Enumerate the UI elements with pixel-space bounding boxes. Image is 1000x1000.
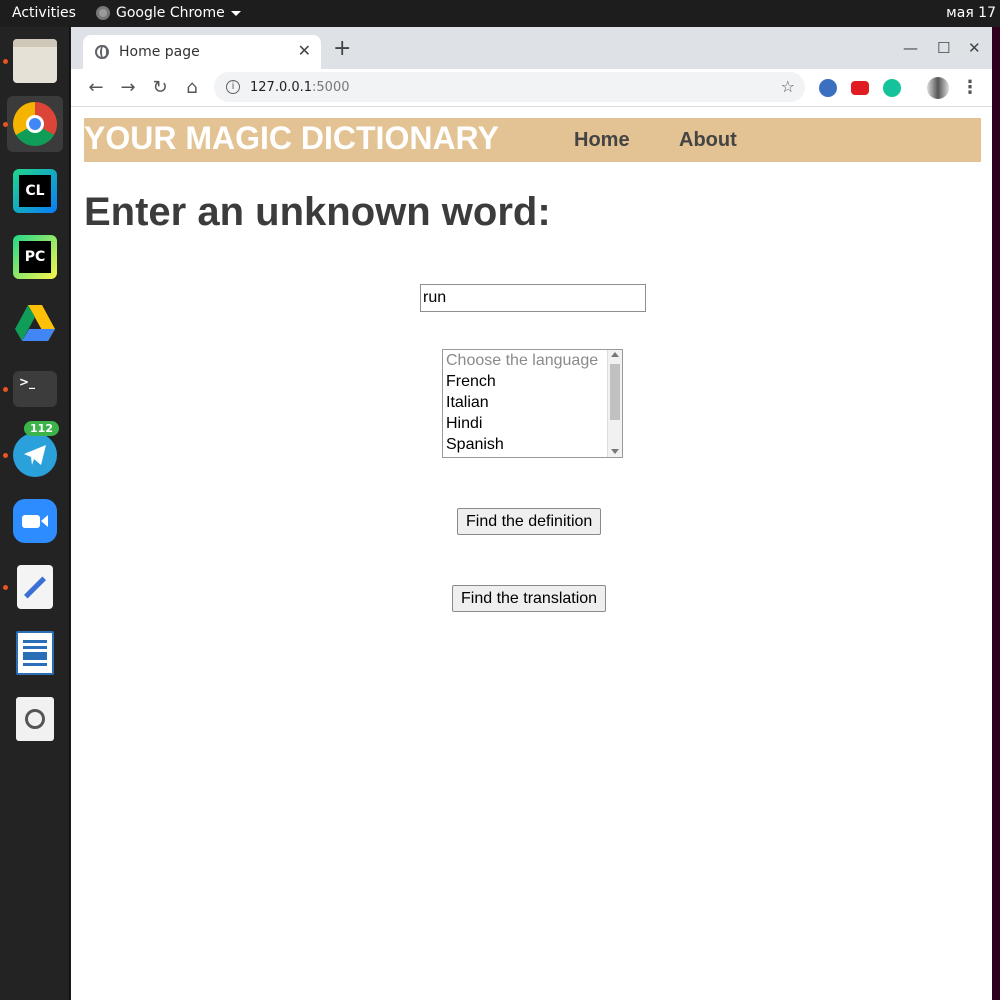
site-header: YOUR MAGIC DICTIONARY Home About: [84, 118, 981, 162]
page-heading: Enter an unknown word:: [84, 190, 551, 234]
terminal-icon: >_: [13, 371, 57, 407]
background-terminal-edge: [992, 27, 1000, 1000]
clion-icon: CL: [13, 169, 57, 213]
language-option[interactable]: French: [443, 371, 622, 392]
youtube-extension-icon[interactable]: [851, 81, 869, 95]
chrome-app-icon: [96, 6, 110, 20]
reload-button[interactable]: ↻: [149, 77, 171, 99]
find-definition-button[interactable]: Find the definition: [457, 508, 602, 535]
pycharm-icon-text: PC: [19, 241, 51, 273]
files-icon: [13, 39, 57, 83]
nav-home-link[interactable]: Home: [574, 129, 630, 152]
google-drive-icon: [13, 301, 57, 345]
libreoffice-writer-icon: [16, 631, 54, 675]
activities-button[interactable]: Activities: [12, 5, 76, 21]
system-top-bar: Activities Google Chrome мая 17: [0, 0, 1000, 27]
dock: CL PC >_ 112: [0, 27, 70, 1000]
tab-title: Home page: [119, 44, 200, 60]
language-option[interactable]: Spanish: [443, 434, 622, 455]
dock-item-image-viewer[interactable]: [7, 691, 63, 747]
minimize-button[interactable]: —: [903, 39, 918, 57]
find-translation-button[interactable]: Find the translation: [452, 585, 607, 612]
zoom-icon: [13, 499, 57, 543]
dock-item-chrome[interactable]: [3, 96, 63, 152]
grammarly-extension-icon[interactable]: [883, 79, 901, 97]
dock-item-libreoffice-writer[interactable]: [7, 625, 63, 681]
running-indicator: [3, 453, 8, 458]
scroll-thumb[interactable]: [610, 364, 620, 420]
maximize-button[interactable]: ☐: [937, 39, 950, 57]
url-port: :5000: [312, 79, 350, 95]
language-select-scrollbar[interactable]: [607, 350, 622, 457]
close-window-button[interactable]: ✕: [968, 39, 981, 57]
tab-home-page[interactable]: Home page ✕: [83, 35, 321, 69]
language-option-placeholder[interactable]: Choose the language: [443, 350, 622, 371]
running-indicator: [3, 585, 8, 590]
caret-down-icon: [230, 10, 241, 16]
running-indicator: [3, 387, 8, 392]
bookmark-star-icon[interactable]: ☆: [781, 77, 795, 96]
scroll-up-arrow-icon[interactable]: [611, 352, 619, 357]
running-indicator: [3, 59, 8, 64]
language-option[interactable]: Hindi: [443, 413, 622, 434]
clock[interactable]: мая 17: [946, 5, 996, 21]
telegram-icon: 112: [13, 421, 59, 477]
nav-about-link[interactable]: About: [679, 129, 737, 152]
scroll-down-arrow-icon[interactable]: [611, 449, 619, 454]
home-button[interactable]: ⌂: [181, 77, 203, 99]
dock-item-zoom[interactable]: [7, 493, 63, 549]
dock-item-files[interactable]: [3, 33, 63, 89]
dock-item-pycharm[interactable]: PC: [7, 229, 63, 285]
chrome-icon: [13, 102, 57, 146]
notification-badge: 112: [24, 421, 59, 436]
app-menu[interactable]: Google Chrome: [96, 5, 241, 21]
globe-icon: [95, 45, 109, 59]
vpn-extension-icon[interactable]: [819, 79, 837, 97]
address-bar[interactable]: i 127.0.0.1:5000 ☆: [214, 72, 805, 102]
web-page: YOUR MAGIC DICTIONARY Home About Enter a…: [71, 108, 992, 1000]
tab-strip: Home page ✕ + — ☐ ✕: [71, 27, 992, 69]
browser-window: Home page ✕ + — ☐ ✕ ← → ↻ ⌂ i 127.0.0.1:…: [71, 27, 992, 1000]
language-option[interactable]: Italian: [443, 392, 622, 413]
tab-close-icon[interactable]: ✕: [298, 41, 311, 60]
browser-toolbar: ← → ↻ ⌂ i 127.0.0.1:5000 ☆ ⋮: [71, 69, 992, 107]
dock-item-google-drive[interactable]: [7, 295, 63, 351]
pycharm-icon: PC: [13, 235, 57, 279]
dock-item-clion[interactable]: CL: [7, 163, 63, 219]
site-logo[interactable]: YOUR MAGIC DICTIONARY: [84, 120, 499, 157]
site-info-icon[interactable]: i: [226, 80, 240, 94]
app-menu-label: Google Chrome: [116, 5, 225, 21]
dock-item-telegram[interactable]: 112: [3, 421, 63, 483]
forward-button[interactable]: →: [117, 77, 139, 99]
back-button[interactable]: ←: [85, 77, 107, 99]
clion-icon-text: CL: [19, 175, 51, 207]
profile-avatar[interactable]: [927, 77, 949, 99]
word-input[interactable]: [420, 284, 646, 312]
language-select[interactable]: Choose the language French Italian Hindi…: [442, 349, 623, 458]
dock-item-text-editor[interactable]: [3, 559, 63, 615]
dock-item-terminal[interactable]: >_: [3, 361, 63, 417]
menu-kebab-icon[interactable]: ⋮: [959, 77, 981, 99]
url-host: 127.0.0.1: [250, 79, 313, 95]
new-tab-button[interactable]: +: [333, 38, 351, 60]
running-indicator: [3, 122, 8, 127]
text-editor-icon: [17, 565, 53, 609]
image-viewer-icon: [16, 697, 54, 741]
